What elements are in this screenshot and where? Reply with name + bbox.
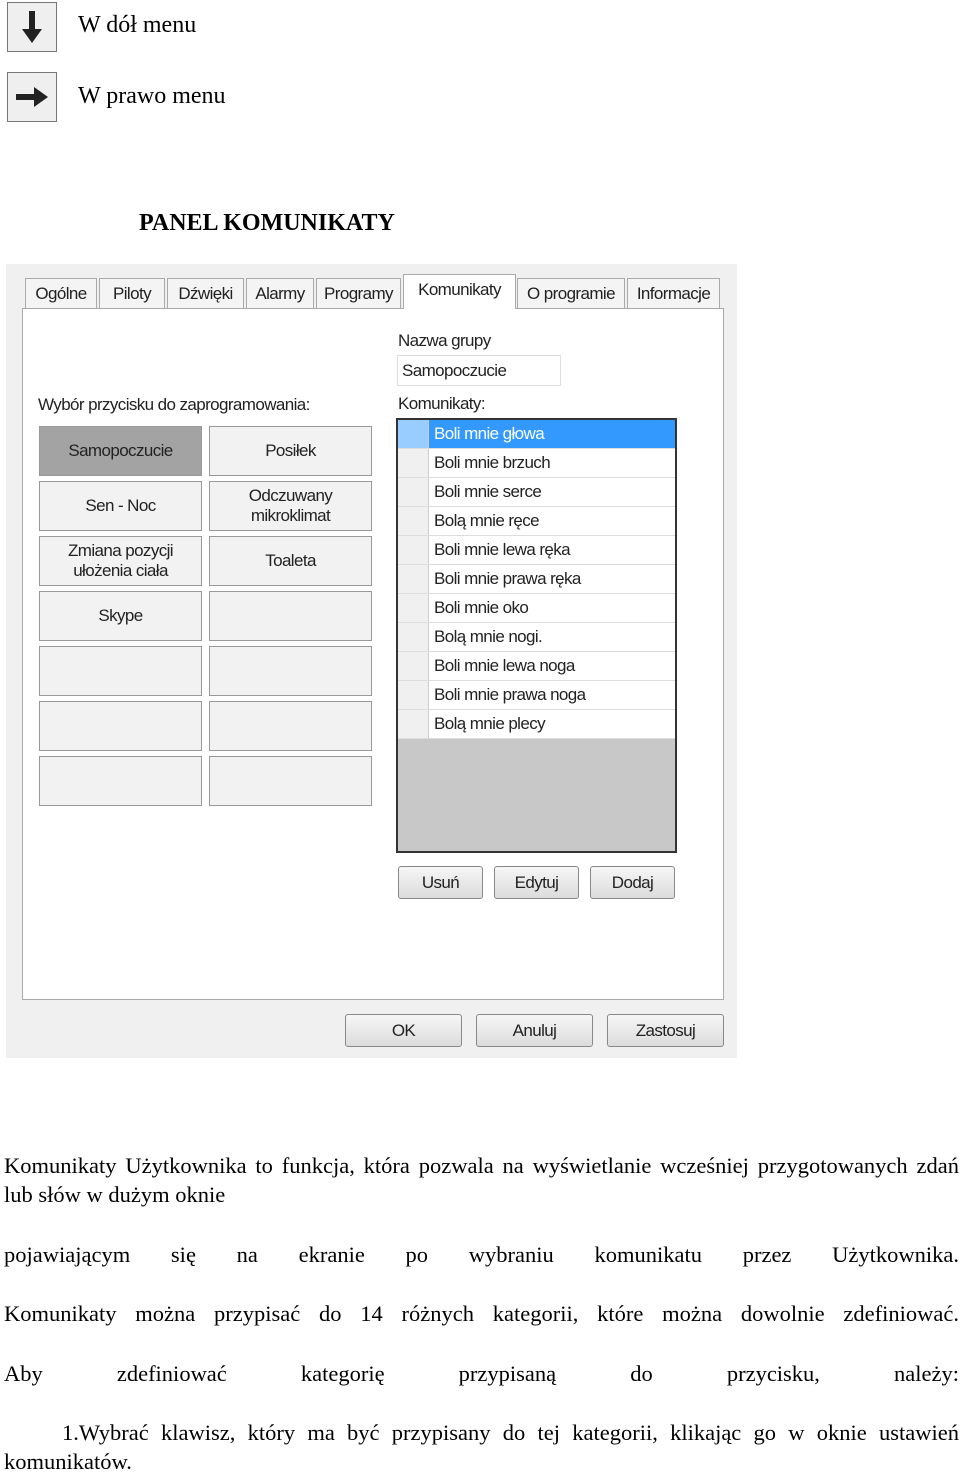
message-row[interactable]: Bolą mnie nogi. — [398, 623, 675, 652]
message-row[interactable]: Boli mnie głowa — [398, 420, 675, 449]
category-button[interactable] — [39, 701, 202, 751]
row-header — [398, 681, 429, 709]
message-row[interactable]: Bolą mnie ręce — [398, 507, 675, 536]
message-text: Boli mnie prawa noga — [434, 685, 586, 704]
tab-6[interactable]: O programie — [517, 278, 625, 308]
messages-list[interactable]: Boli mnie głowa Boli mnie brzuch Boli mnie… — [396, 418, 677, 853]
message-text: Boli mnie lewa noga — [434, 656, 575, 675]
message-row[interactable]: Boli mnie brzuch — [398, 449, 675, 478]
tab-3[interactable]: Alarmy — [246, 278, 314, 308]
message-row[interactable]: Boli mnie serce — [398, 478, 675, 507]
row-header — [398, 710, 429, 738]
row-header — [398, 449, 429, 477]
category-button[interactable] — [209, 646, 372, 696]
tab-4[interactable]: Programy — [316, 278, 401, 308]
message-text: Bolą mnie nogi. — [434, 627, 543, 646]
list-button-0[interactable]: Usuń — [398, 866, 483, 899]
message-text: Boli mnie prawa ręka — [434, 569, 581, 588]
message-row[interactable]: Bolą mnie plecy — [398, 710, 675, 739]
group-name-input[interactable]: Samopoczucie — [397, 355, 561, 386]
row-header — [398, 623, 429, 651]
row-header — [398, 536, 429, 564]
message-row[interactable]: Boli mnie lewa noga — [398, 652, 675, 681]
tab-2[interactable]: Dźwięki — [167, 278, 244, 308]
row-header — [398, 652, 429, 680]
category-button[interactable] — [209, 591, 372, 641]
settings-dialog: Wybór przycisku do zaprogramowania: Nazw… — [6, 264, 737, 1058]
arrow-right-icon — [7, 72, 57, 122]
section-heading: PANEL KOMUNIKATY — [139, 210, 395, 236]
tab-7[interactable]: Informacje — [627, 278, 720, 308]
message-row[interactable]: Boli mnie prawa noga — [398, 681, 675, 710]
message-text: Boli mnie głowa — [434, 424, 545, 443]
row-header — [398, 507, 429, 535]
legend-label-right: W prawo menu — [78, 83, 226, 109]
category-button[interactable]: Toaleta — [209, 536, 372, 586]
legend-label-down: W dół menu — [78, 12, 197, 38]
tab-1[interactable]: Piloty — [99, 278, 165, 308]
group-name-label: Nazwa grupy — [398, 331, 491, 350]
category-button[interactable]: Zmiana pozycji ułożenia ciała — [39, 536, 202, 586]
footer-button-0[interactable]: OK — [345, 1014, 462, 1047]
message-row[interactable]: Boli mnie oko — [398, 594, 675, 623]
message-text: Bolą mnie ręce — [434, 511, 540, 530]
arrow-down-icon — [7, 2, 57, 52]
category-button[interactable] — [39, 646, 202, 696]
message-row[interactable]: Boli mnie lewa ręka — [398, 536, 675, 565]
category-button[interactable]: Odczuwany mikroklimat — [209, 481, 372, 531]
message-text: Boli mnie serce — [434, 482, 542, 501]
paragraph-5: 1.Wybrać klawisz, który ma być przypisan… — [4, 1420, 959, 1474]
footer-button-1[interactable]: Anuluj — [476, 1014, 593, 1047]
list-button-2[interactable]: Dodaj — [590, 866, 675, 899]
messages-label: Komunikaty: — [398, 394, 486, 413]
list-button-1[interactable]: Edytuj — [494, 866, 579, 899]
row-header — [398, 565, 429, 593]
tab-0[interactable]: Ogólne — [25, 278, 97, 308]
message-text: Bolą mnie plecy — [434, 714, 546, 733]
category-button[interactable]: Skype — [39, 591, 202, 641]
message-text: Boli mnie oko — [434, 598, 529, 617]
button-select-label: Wybór przycisku do zaprogramowania: — [38, 395, 310, 414]
paragraph-2: pojawiającym się na ekranie po wybraniu … — [4, 1242, 959, 1267]
paragraph-3: Komunikaty można przypisać do 14 różnych… — [4, 1301, 959, 1326]
paragraph-1: Komunikaty Użytkownika to funkcja, która… — [4, 1153, 959, 1207]
row-header — [398, 420, 429, 448]
category-button[interactable] — [209, 756, 372, 806]
category-button[interactable]: Samopoczucie — [39, 426, 202, 476]
category-button[interactable]: Sen - Noc — [39, 481, 202, 531]
message-text: Boli mnie lewa ręka — [434, 540, 571, 559]
category-button[interactable] — [209, 701, 372, 751]
paragraph-4: Aby zdefiniować kategorię przypisaną do … — [4, 1361, 959, 1386]
footer-button-2[interactable]: Zastosuj — [607, 1014, 724, 1047]
row-header — [398, 594, 429, 622]
category-button[interactable]: Posiłek — [209, 426, 372, 476]
category-button[interactable] — [39, 756, 202, 806]
message-row[interactable]: Boli mnie prawa ręka — [398, 565, 675, 594]
message-text: Boli mnie brzuch — [434, 453, 551, 472]
tab-5[interactable]: Komunikaty — [403, 274, 516, 309]
row-header — [398, 478, 429, 506]
